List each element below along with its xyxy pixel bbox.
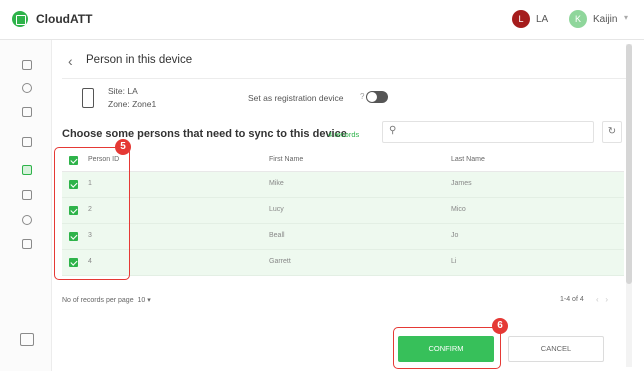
pagination-range: 1-4 of 4 bbox=[560, 296, 584, 303]
persons-table: Person ID First Name Last Name 1 Mike Ja… bbox=[62, 147, 624, 276]
device-zone: Zone: Zone1 bbox=[108, 99, 157, 109]
prev-page-icon[interactable]: ‹ bbox=[596, 295, 599, 304]
top-bar: CloudATT L LA K Kaijin ▾ bbox=[0, 0, 644, 40]
help-icon[interactable]: ? bbox=[360, 92, 364, 101]
cancel-button[interactable]: CANCEL bbox=[508, 336, 604, 362]
user-menu[interactable]: Kaijin bbox=[593, 14, 617, 25]
app-title: CloudATT bbox=[36, 12, 93, 26]
table-row[interactable]: 4 Garrett Li bbox=[62, 250, 624, 276]
column-header[interactable]: First Name bbox=[269, 156, 303, 163]
device-site: Site: LA bbox=[108, 86, 138, 96]
device-phone-icon bbox=[82, 88, 94, 108]
scrollbar[interactable] bbox=[626, 44, 632, 367]
calendar-icon[interactable] bbox=[22, 239, 32, 249]
divider bbox=[62, 78, 632, 79]
last-name: Jo bbox=[451, 232, 459, 239]
pagination-arrows: ‹ › bbox=[596, 295, 608, 304]
chevron-down-icon[interactable]: ▾ bbox=[147, 297, 151, 304]
sidebar bbox=[0, 40, 52, 371]
first-name: Mike bbox=[269, 180, 284, 187]
section-title: Choose some persons that need to sync to… bbox=[62, 128, 347, 140]
scroll-thumb[interactable] bbox=[626, 44, 632, 284]
last-name: James bbox=[451, 180, 472, 187]
building-icon[interactable] bbox=[22, 107, 32, 117]
per-page-label: No of records per page bbox=[62, 297, 134, 304]
page-title: Person in this device bbox=[86, 54, 193, 66]
first-name: Beall bbox=[269, 232, 285, 239]
table-row[interactable]: 1 Mike James bbox=[62, 172, 624, 198]
records-count: 4 records bbox=[328, 130, 360, 139]
main-content: ‹ Person in this device Site: LA Zone: Z… bbox=[52, 40, 632, 371]
first-name: Garrett bbox=[269, 258, 291, 265]
annotation-box bbox=[54, 147, 130, 280]
table-header: Person ID First Name Last Name bbox=[62, 147, 624, 172]
person-icon[interactable] bbox=[22, 83, 32, 93]
search-icon: ⚲ bbox=[389, 125, 397, 136]
first-name: Lucy bbox=[269, 206, 284, 213]
document-icon[interactable] bbox=[22, 137, 32, 147]
clock-icon[interactable] bbox=[22, 215, 32, 225]
table-row[interactable]: 3 Beall Jo bbox=[62, 224, 624, 250]
registration-label: Set as registration device bbox=[248, 93, 344, 103]
collapse-menu-icon[interactable] bbox=[20, 333, 34, 346]
last-name: Li bbox=[451, 258, 457, 265]
chevron-down-icon[interactable]: ▾ bbox=[624, 13, 628, 22]
annotation-badge: 5 bbox=[115, 139, 131, 155]
dashboard-icon[interactable] bbox=[22, 60, 32, 70]
table-row[interactable]: 2 Lucy Mico bbox=[62, 198, 624, 224]
annotation-box bbox=[393, 327, 501, 369]
site-selector[interactable]: LA bbox=[536, 14, 548, 25]
device-icon[interactable] bbox=[22, 165, 32, 175]
next-page-icon[interactable]: › bbox=[605, 295, 608, 304]
column-header[interactable]: Last Name bbox=[451, 156, 485, 163]
badge-icon[interactable] bbox=[22, 190, 32, 200]
records-per-page: No of records per page 10 ▾ bbox=[62, 296, 151, 304]
last-name: Mico bbox=[451, 206, 466, 213]
site-avatar[interactable]: L bbox=[512, 10, 530, 28]
search-input[interactable]: ⚲ bbox=[382, 121, 594, 143]
annotation-badge: 6 bbox=[492, 318, 508, 334]
refresh-button[interactable]: ↻ bbox=[602, 121, 622, 143]
per-page-select[interactable]: 10 bbox=[138, 297, 146, 304]
app-logo-icon bbox=[12, 11, 28, 27]
back-arrow-icon[interactable]: ‹ bbox=[68, 53, 73, 69]
registration-toggle[interactable] bbox=[366, 91, 388, 103]
user-avatar[interactable]: K bbox=[569, 10, 587, 28]
